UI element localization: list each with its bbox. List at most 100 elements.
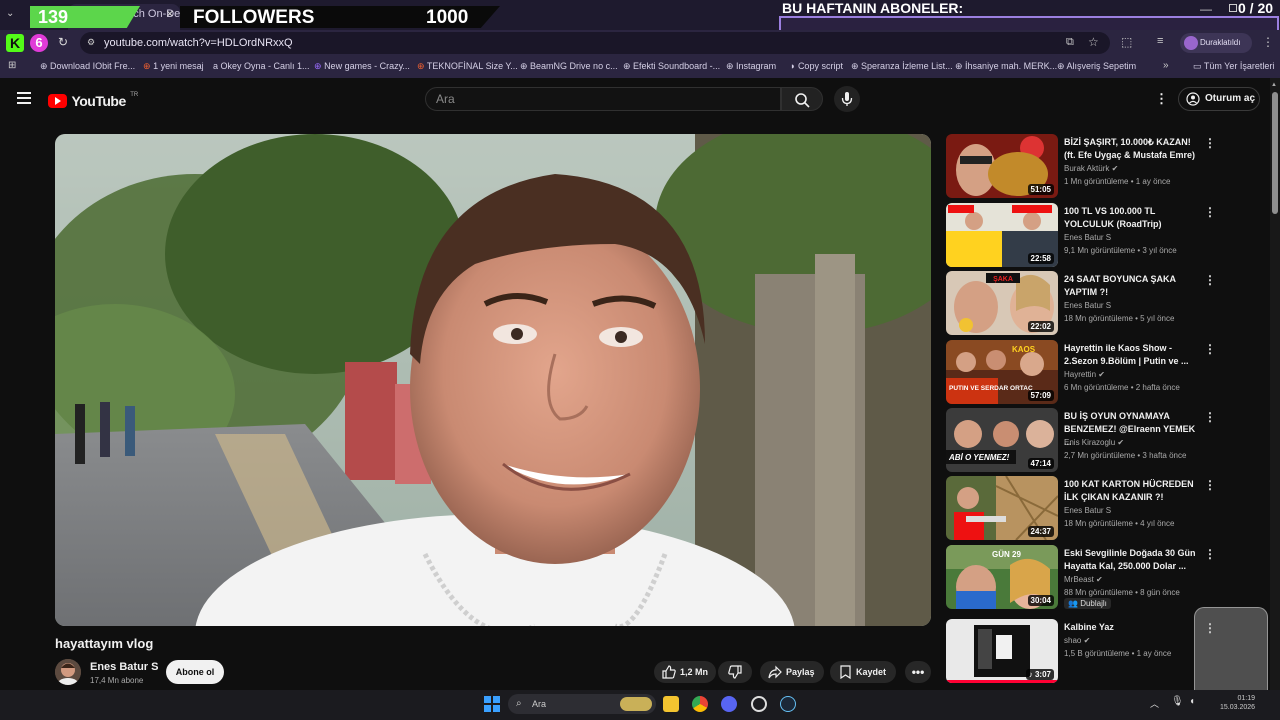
thumb-text: ŞAKA (993, 276, 1013, 283)
extension-6-icon[interactable]: 6 (30, 34, 48, 52)
search-button[interactable] (781, 87, 823, 111)
recommendation-title: Kalbine Yaz (1064, 622, 1114, 632)
recommendation-meta: 18 Mn görüntüleme • 4 yıl önce (1064, 519, 1175, 528)
taskbar-search-icon: ⌕ (516, 698, 522, 709)
recommendation-item[interactable]: ♪ 3:07 Kalbine Yaz shao ✔ 1,5 B görüntül… (946, 619, 1226, 685)
chrome-menu-icon[interactable]: ⋮ (1262, 35, 1274, 49)
recommendation-title: Hayrettin ile Kaos Show - 2.Sezon 9.Bölü… (1064, 343, 1189, 366)
kick-logo-icon[interactable]: K (6, 34, 24, 52)
recommendation-item[interactable]: GÜN 29 30:04 Eski Sevgilinle Doğada 30 G… (946, 545, 1226, 611)
overlay-followers-count: 1000 (426, 7, 469, 28)
all-bookmarks-folder[interactable]: ▭ Tüm Yer İşaretleri (1193, 61, 1274, 72)
bookmark-label: Speranza İzleme List... (861, 61, 953, 71)
overlay-counter: 139 (30, 6, 140, 28)
recommendation-meta: 9,1 Mn görüntüleme • 3 yıl önce (1064, 246, 1177, 255)
more-bookmarks-icon[interactable]: » (1163, 60, 1169, 71)
recommendation-item[interactable]: ABİ O YENMEZ! 47:14 BU İŞ OYUN OYNAMAYA … (946, 408, 1226, 474)
bookmark-item[interactable]: ⊕ 1 yeni mesaj (143, 61, 204, 72)
recommendation-thumbnail: 51:05 (946, 134, 1058, 198)
windows-start-icon[interactable] (484, 696, 500, 712)
settings-menu-icon[interactable]: ⋮ (1155, 91, 1168, 107)
recommendation-item[interactable]: 24:37 100 KAT KARTON HÜCREDEN İLK ÇIKAN … (946, 476, 1226, 542)
reload-icon[interactable]: ↻ (58, 35, 68, 49)
recommendation-item[interactable]: KAOS PUTIN VE SERDAR ORTAÇ 57:09 Hayretti… (946, 340, 1226, 406)
bookmark-item[interactable]: ⊕ İhsaniye mah. MERK... (955, 61, 1057, 72)
recommendation-menu-icon[interactable]: ⋮ (1204, 136, 1216, 150)
media-controls-icon[interactable]: ≡ (1157, 35, 1163, 47)
subscribe-button[interactable]: Abone ol (166, 660, 224, 684)
verified-icon: ✔ (1096, 575, 1103, 584)
url-bar[interactable]: youtube.com/watch?v=HDLOrdNRxxQ (80, 32, 1110, 54)
site-info-icon[interactable]: ⚙ (87, 37, 95, 48)
hamburger-menu-icon[interactable] (17, 92, 31, 104)
paused-label: Duraklatıldı (1200, 38, 1241, 47)
app-circle-icon[interactable] (751, 696, 767, 712)
dislike-button[interactable] (718, 661, 752, 683)
recommendation-item[interactable]: ŞAKA 22:02 24 SAAT BOYUNCA ŞAKA YAPTIM ?… (946, 271, 1226, 337)
recommendation-menu-icon[interactable]: ⋮ (1204, 205, 1216, 219)
recommendation-menu-icon[interactable]: ⋮ (1204, 342, 1216, 356)
save-button[interactable]: Kaydet (830, 661, 896, 683)
tab-list-chevron-icon[interactable]: ⌄ (6, 8, 14, 19)
bookmark-item[interactable]: ⊕ Efekti Soundboard -... (623, 61, 720, 72)
extensions-icon[interactable]: ⬚ (1121, 35, 1132, 49)
bookmark-item[interactable]: ⊕ Speranza İzleme List... (851, 61, 953, 72)
taskbar-search[interactable]: ⌕ Ara (508, 694, 656, 714)
bookmark-item[interactable]: ⊕ Download IObit Fre... (40, 61, 135, 72)
bookmark-item[interactable]: ⊕ New games - Crazy... (314, 61, 410, 72)
search-input[interactable]: Ara (425, 87, 781, 111)
bookmark-star-icon[interactable]: ☆ (1088, 35, 1099, 49)
recommendation-channel: MrBeast ✔ (1064, 575, 1103, 584)
overlay-followers-label: FOLLOWERS (193, 7, 315, 28)
bookmark-item[interactable]: ⊕ Alışveriş Sepetim (1057, 61, 1136, 72)
channel-avatar[interactable] (55, 659, 81, 685)
steam-icon[interactable] (780, 696, 796, 712)
maximize-icon[interactable] (1229, 4, 1237, 12)
minimize-icon[interactable]: — (1200, 2, 1212, 16)
voice-search-button[interactable] (834, 86, 860, 112)
duration-badge: 30:04 (1027, 595, 1054, 606)
recommendation-title: 100 KAT KARTON HÜCREDEN İLK ÇIKAN KAZANI… (1064, 479, 1194, 502)
recommendation-item[interactable]: 51:05 BİZİ ŞAŞIRT, 10.000₺ KAZAN! (ft. E… (946, 134, 1226, 200)
tray-volume-icon[interactable]: ◖ (1189, 696, 1195, 707)
like-button[interactable]: 1,2 Mn (654, 661, 716, 683)
tab-close-icon[interactable]: × (166, 6, 174, 21)
tray-chevron-icon[interactable]: ︿ (1150, 697, 1159, 710)
recommendation-channel: Hayrettin ✔ (1064, 370, 1105, 379)
bookmark-item[interactable]: ⊕ BeamNG Drive no c... (520, 61, 618, 72)
video-player[interactable] (55, 134, 931, 626)
more-actions-button[interactable]: ••• (905, 661, 931, 683)
apps-icon[interactable]: ⊞ (8, 60, 16, 71)
discord-icon[interactable] (721, 696, 737, 712)
scroll-up-arrow-icon[interactable]: ▲ (1271, 82, 1277, 88)
channel-name[interactable]: Enes Batur S (90, 661, 158, 673)
bookmark-item[interactable]: ⊕ TEKNOFİNAL Size Y... (417, 61, 518, 72)
signin-button[interactable]: Oturum aç (1178, 87, 1260, 111)
taskbar-clock[interactable]: 01:19 15.03.2026 (1220, 694, 1255, 712)
recommendation-menu-icon[interactable]: ⋮ (1204, 410, 1216, 424)
share-button[interactable]: Paylaş (760, 661, 824, 683)
youtube-logo[interactable]: YouTube TR (48, 92, 138, 109)
recommendation-thumbnail: ŞAKA 22:02 (946, 271, 1058, 335)
profile-paused-button[interactable]: Duraklatıldı (1180, 33, 1252, 53)
recommendation-menu-icon[interactable]: ⋮ (1204, 547, 1216, 561)
bookmark-item[interactable]: a Okey Oyna - Canlı 1... (213, 61, 310, 71)
dubbed-badge: 👥 Dublajlı (1064, 598, 1111, 609)
all-bookmarks-label: Tüm Yer İşaretleri (1203, 61, 1275, 71)
recommendation-menu-icon[interactable]: ⋮ (1204, 478, 1216, 492)
recommendation-channel: Enes Batur S (1064, 506, 1112, 515)
recommendation-meta: 1,5 B görüntüleme • 1 ay önce (1064, 649, 1172, 658)
install-app-icon[interactable]: ⧉ (1066, 36, 1074, 49)
bookmark-item[interactable]: ⊕ Instagram (726, 61, 776, 72)
duration-badge: 47:14 (1027, 458, 1054, 469)
recommendation-thumbnail: ABİ O YENMEZ! 47:14 (946, 408, 1058, 472)
chrome-icon[interactable] (692, 696, 708, 712)
recommendation-menu-icon[interactable]: ⋮ (1204, 273, 1216, 287)
duration-badge: 22:58 (1027, 253, 1054, 264)
recommendation-item[interactable]: 22:58 100 TL VS 100.000 TL YOLCULUK (Roa… (946, 203, 1226, 269)
bookmark-item[interactable]: ◗ Copy script (790, 61, 843, 71)
more-horizontal-icon: ••• (911, 665, 925, 679)
tray-mic-icon[interactable]: 🎙 (1171, 696, 1184, 707)
file-explorer-icon[interactable] (663, 696, 679, 712)
scrollbar-thumb[interactable] (1272, 92, 1278, 214)
